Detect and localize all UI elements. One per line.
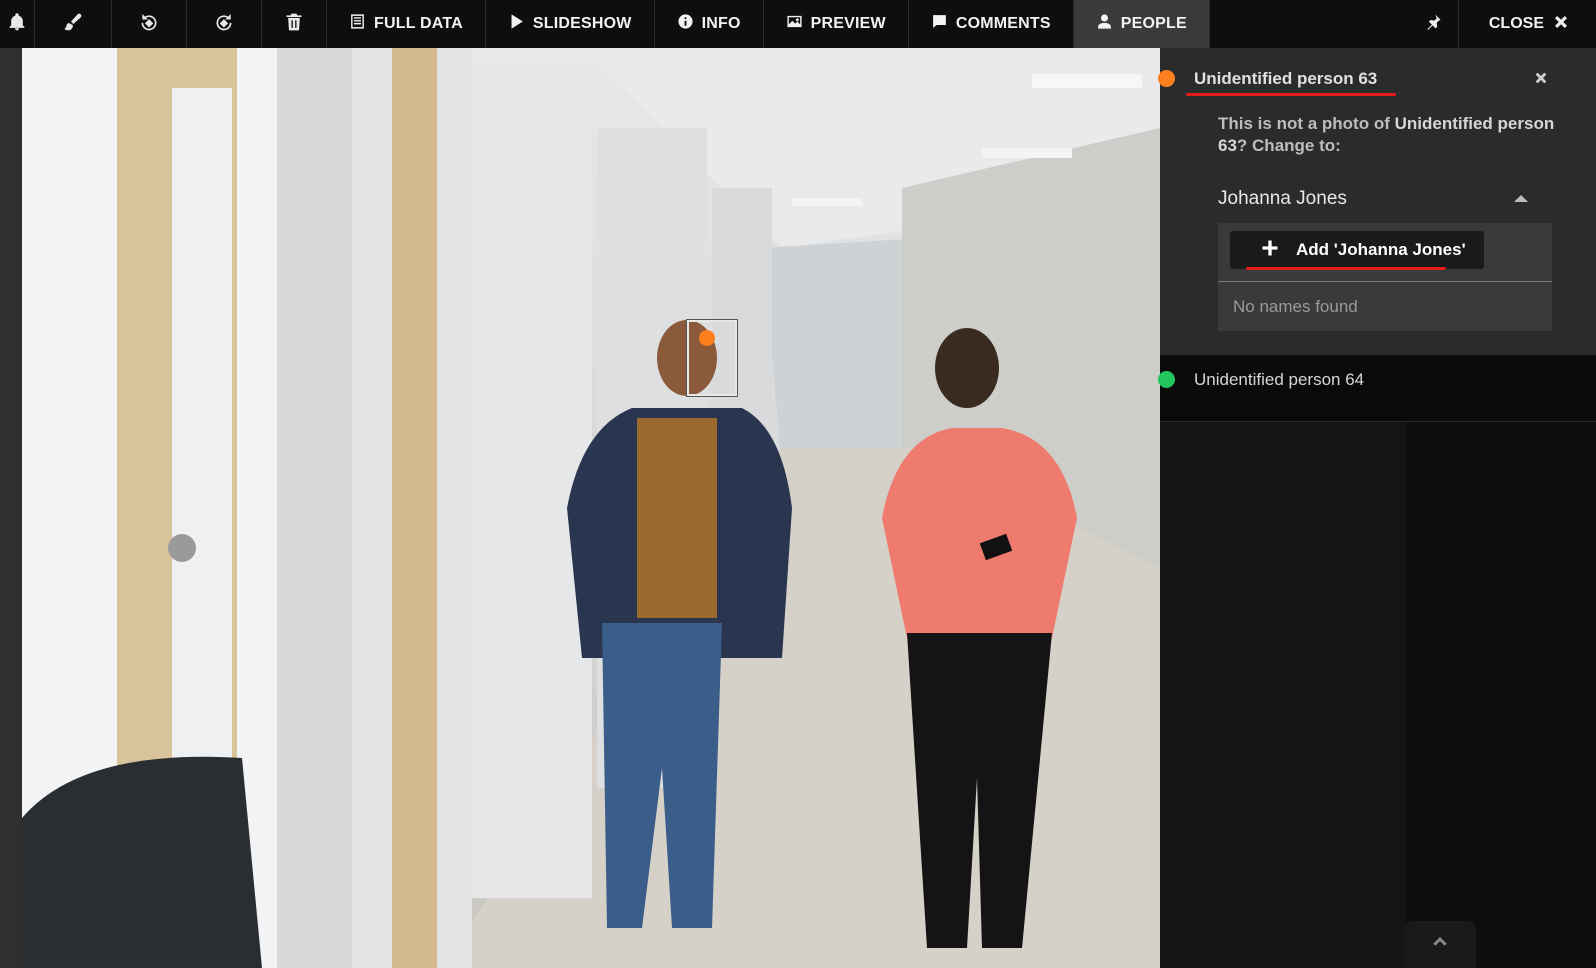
play-icon	[508, 13, 525, 35]
close-label: CLOSE	[1488, 15, 1544, 32]
info-label: INFO	[701, 15, 741, 32]
people-label: PEOPLE	[1120, 15, 1187, 32]
info-tab[interactable]: INFO	[655, 0, 764, 48]
dropdown-divider	[1218, 281, 1552, 282]
full-data-label: FULL DATA	[374, 15, 463, 32]
people-tab[interactable]: PEOPLE	[1073, 0, 1210, 48]
plus-icon	[1246, 238, 1280, 263]
close-icon	[1552, 13, 1570, 36]
rotate-left-button[interactable]	[112, 0, 187, 48]
toolbar: FULL DATA SLIDESHOW INFO PREVIEW COMMENT…	[0, 0, 1596, 49]
comments-label: COMMENTS	[955, 15, 1051, 32]
delete-button[interactable]	[262, 0, 327, 48]
image-icon	[786, 13, 803, 35]
person-name-select-value: Johanna Jones	[1218, 188, 1347, 209]
photo-viewer[interactable]	[22, 48, 1160, 968]
scroll-to-top-button[interactable]	[1404, 921, 1476, 968]
person-list-item[interactable]: Unidentified person 64	[1158, 355, 1596, 422]
preview-label: PREVIEW	[810, 15, 886, 32]
preview-tab[interactable]: PREVIEW	[764, 0, 909, 48]
spellcheck-underline	[1186, 93, 1396, 96]
remove-person-button[interactable]	[1533, 70, 1549, 91]
add-name-label: Add 'Johanna Jones'	[1296, 240, 1466, 259]
slideshow-label: SLIDESHOW	[532, 15, 632, 32]
slideshow-tab[interactable]: SLIDESHOW	[486, 0, 655, 48]
chevron-up-icon	[1430, 932, 1450, 957]
message-prefix: This is not a photo of	[1218, 114, 1395, 133]
trash-icon	[284, 12, 304, 37]
info-icon	[677, 13, 694, 35]
viewer-left-strip	[0, 48, 22, 968]
person-status-dot	[1158, 371, 1175, 388]
add-name-button[interactable]: Add 'Johanna Jones'	[1230, 231, 1484, 269]
person-status-dot	[1158, 70, 1175, 87]
active-person-name[interactable]: Unidentified person 63	[1194, 69, 1377, 89]
close-button[interactable]: CLOSE	[1457, 0, 1596, 48]
person-name: Unidentified person 64	[1194, 370, 1365, 389]
notifications-button[interactable]	[0, 0, 35, 48]
user-icon	[1096, 13, 1113, 35]
pin-button[interactable]	[1408, 0, 1458, 48]
rotate-right-icon	[214, 12, 234, 37]
comments-tab[interactable]: COMMENTS	[909, 0, 1074, 48]
comment-icon	[931, 13, 948, 35]
person-name-select[interactable]: Johanna Jones	[1218, 186, 1538, 216]
rotate-right-button[interactable]	[187, 0, 262, 48]
change-person-message: This is not a photo of Unidentified pers…	[1218, 113, 1558, 157]
face-marker-dot	[699, 330, 715, 346]
paintbrush-icon	[63, 12, 83, 37]
rotate-left-icon	[139, 12, 159, 37]
name-suggestions-dropdown: Add 'Johanna Jones' No names found	[1218, 223, 1552, 331]
close-icon	[1533, 72, 1549, 90]
caret-up-icon	[1514, 195, 1528, 202]
no-names-found-text: No names found	[1233, 297, 1358, 316]
bell-icon	[7, 12, 27, 37]
edit-button[interactable]	[35, 0, 112, 48]
full-data-tab[interactable]: FULL DATA	[327, 0, 486, 48]
pin-icon	[1424, 13, 1442, 36]
hallway-photo	[22, 48, 1160, 968]
list-icon	[349, 13, 366, 35]
toolbar-right: CLOSE	[1408, 0, 1596, 48]
message-suffix: ? Change to:	[1236, 136, 1341, 155]
spellcheck-underline	[1246, 267, 1446, 270]
